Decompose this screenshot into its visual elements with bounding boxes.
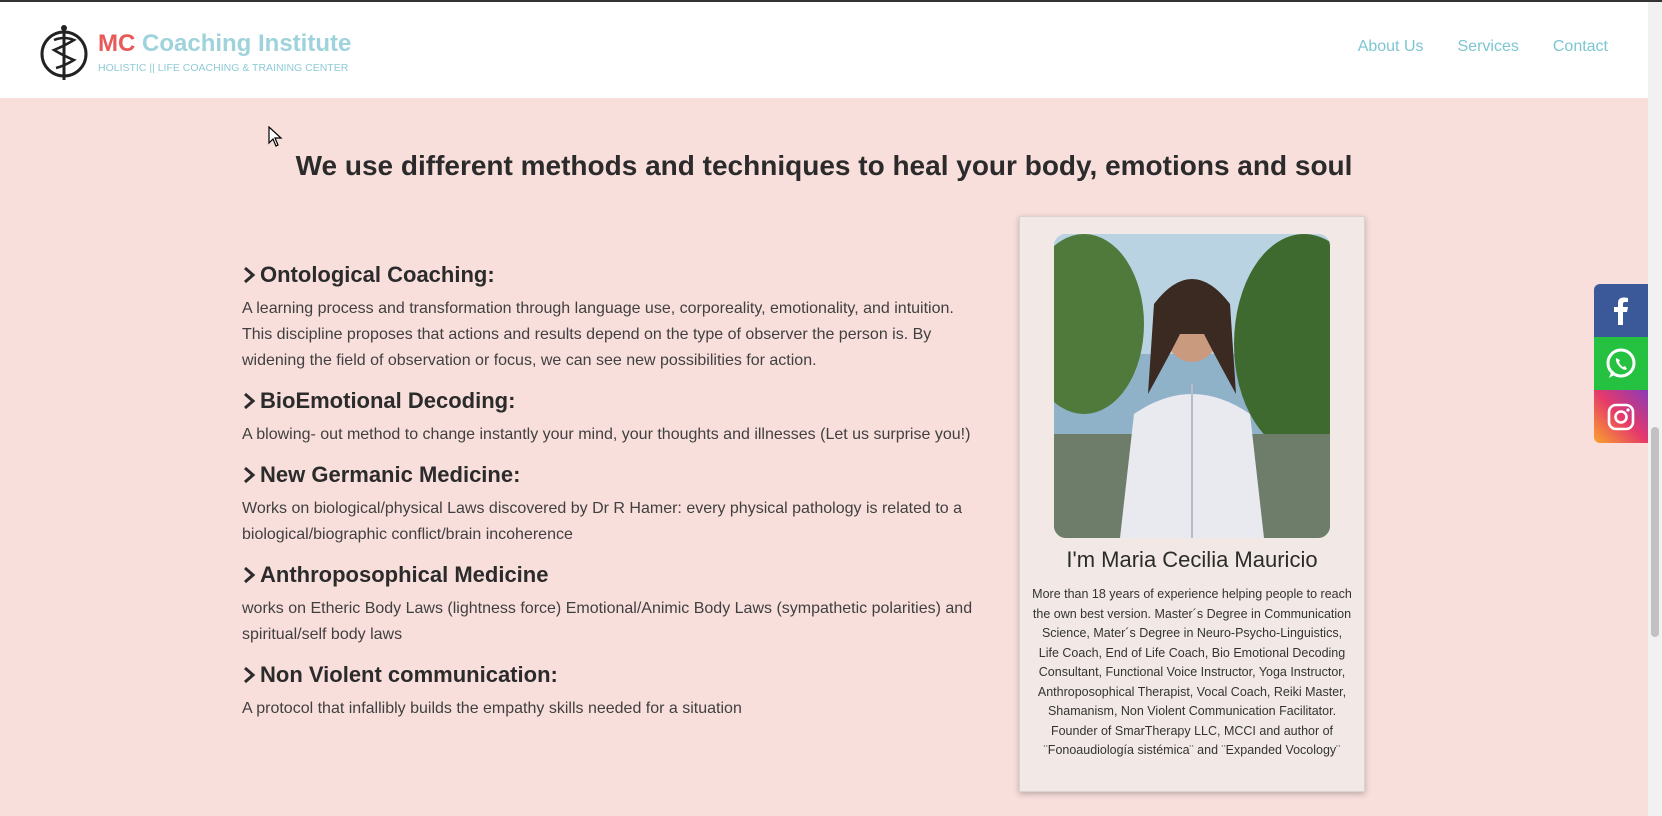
site-logo[interactable]: MC Coaching Institute HOLISTIC || LIFE C… — [38, 22, 351, 82]
methods-section: We use different methods and techniques … — [0, 98, 1648, 816]
method-item: New Germanic Medicine: Works on biologic… — [242, 460, 982, 548]
method-description: A learning process and transformation th… — [242, 300, 954, 369]
facebook-button[interactable] — [1594, 284, 1648, 337]
method-item: Anthroposophical Medicine works on Ether… — [242, 560, 982, 648]
nav-about-us[interactable]: About Us — [1358, 38, 1424, 56]
nav-contact[interactable]: Contact — [1553, 38, 1608, 56]
method-description: A protocol that infallibly builds the em… — [242, 700, 742, 717]
whatsapp-icon — [1606, 348, 1636, 378]
method-description: Works on biological/physical Laws discov… — [242, 500, 963, 543]
method-item: Non Violent communication: A protocol th… — [242, 660, 982, 722]
nav-services[interactable]: Services — [1458, 38, 1519, 56]
method-title: Non Violent communication: — [260, 662, 558, 687]
instagram-icon — [1607, 403, 1635, 430]
profile-card: I'm Maria Cecilia Mauricio More than 18 … — [1019, 216, 1365, 792]
method-item: Ontological Coaching: A learning process… — [242, 260, 982, 374]
main-nav: About Us Services Contact — [1358, 38, 1608, 56]
chevron-right-icon — [244, 666, 256, 684]
section-headline: We use different methods and techniques … — [295, 150, 1353, 181]
method-title: BioEmotional Decoding: — [260, 388, 516, 413]
logo-name-text: Coaching Institute — [142, 30, 352, 57]
whatsapp-button[interactable] — [1594, 337, 1648, 390]
method-title: New Germanic Medicine: — [260, 462, 521, 487]
profile-photo — [1054, 234, 1330, 538]
chevron-right-icon — [244, 266, 256, 284]
facebook-icon — [1614, 297, 1628, 325]
logo-tagline: HOLISTIC || LIFE COACHING & TRAINING CEN… — [98, 62, 349, 74]
mouse-cursor-icon — [268, 126, 283, 147]
logo-mc-text: MC — [98, 30, 136, 57]
method-item: BioEmotional Decoding: A blowing- out me… — [242, 386, 982, 448]
method-description: A blowing- out method to change instantl… — [242, 426, 971, 443]
vertical-scrollbar[interactable] — [1648, 2, 1662, 816]
method-description: works on Etheric Body Laws (lightness fo… — [242, 600, 973, 643]
chevron-right-icon — [244, 566, 256, 584]
profile-bio: More than 18 years of experience helping… — [1032, 587, 1352, 757]
methods-list: Ontological Coaching: A learning process… — [242, 260, 982, 734]
method-title: Anthroposophical Medicine — [260, 562, 549, 587]
chevron-right-icon — [244, 466, 256, 484]
instagram-button[interactable] — [1594, 390, 1648, 443]
social-sidebar — [1594, 284, 1648, 443]
caduceus-logo-icon — [40, 25, 88, 80]
profile-name: I'm Maria Cecilia Mauricio — [1066, 547, 1318, 572]
scrollbar-thumb[interactable] — [1651, 427, 1659, 637]
method-title: Ontological Coaching: — [260, 262, 495, 287]
site-header: MC Coaching Institute HOLISTIC || LIFE C… — [0, 2, 1648, 98]
chevron-right-icon — [244, 392, 256, 410]
